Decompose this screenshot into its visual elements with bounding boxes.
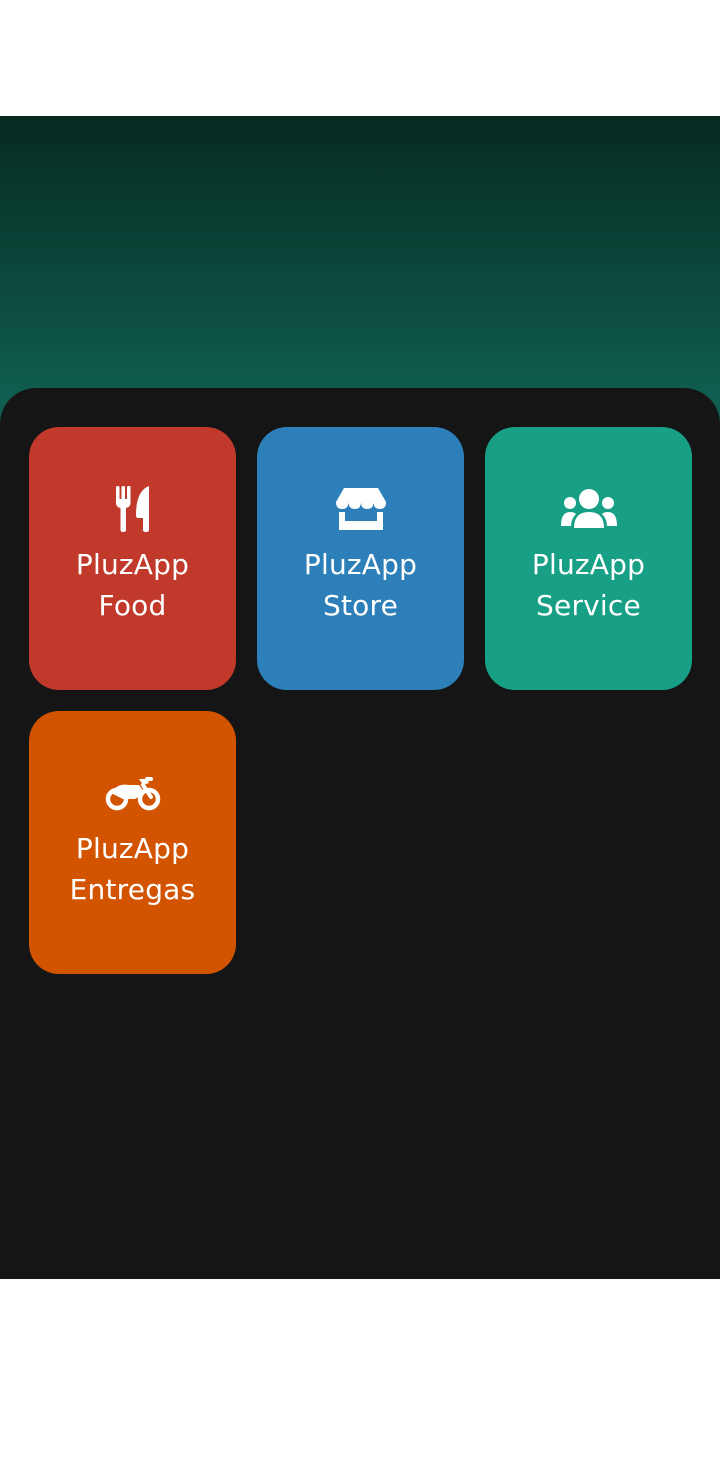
tile-title: PluzApp: [75, 831, 190, 865]
pluzapp-store-tile[interactable]: PluzApp Store: [257, 427, 464, 690]
tile-subtitle: Food: [98, 588, 167, 622]
tile-title: PluzApp: [75, 547, 190, 581]
pluzapp-entregas-tile[interactable]: PluzApp Entregas: [29, 711, 236, 974]
tile-title: PluzApp: [303, 547, 418, 581]
tile-subtitle: Entregas: [69, 872, 196, 906]
services-panel: PluzApp Food PluzApp Store PluzApp Servi…: [0, 388, 720, 1279]
tile-subtitle: Service: [536, 588, 641, 622]
utensils-icon: [105, 485, 161, 532]
bottom-blank-area: [0, 1279, 720, 1480]
store-icon: [333, 486, 389, 532]
pluzapp-food-tile[interactable]: PluzApp Food: [29, 427, 236, 690]
tile-title: PluzApp: [531, 547, 646, 581]
tile-subtitle: Store: [322, 588, 398, 622]
app-screen: PluzApp Food PluzApp Store PluzApp Servi…: [0, 0, 720, 1480]
users-icon: [560, 486, 617, 532]
motorcycle-icon: [105, 770, 161, 816]
pluzapp-service-tile[interactable]: PluzApp Service: [485, 427, 692, 690]
